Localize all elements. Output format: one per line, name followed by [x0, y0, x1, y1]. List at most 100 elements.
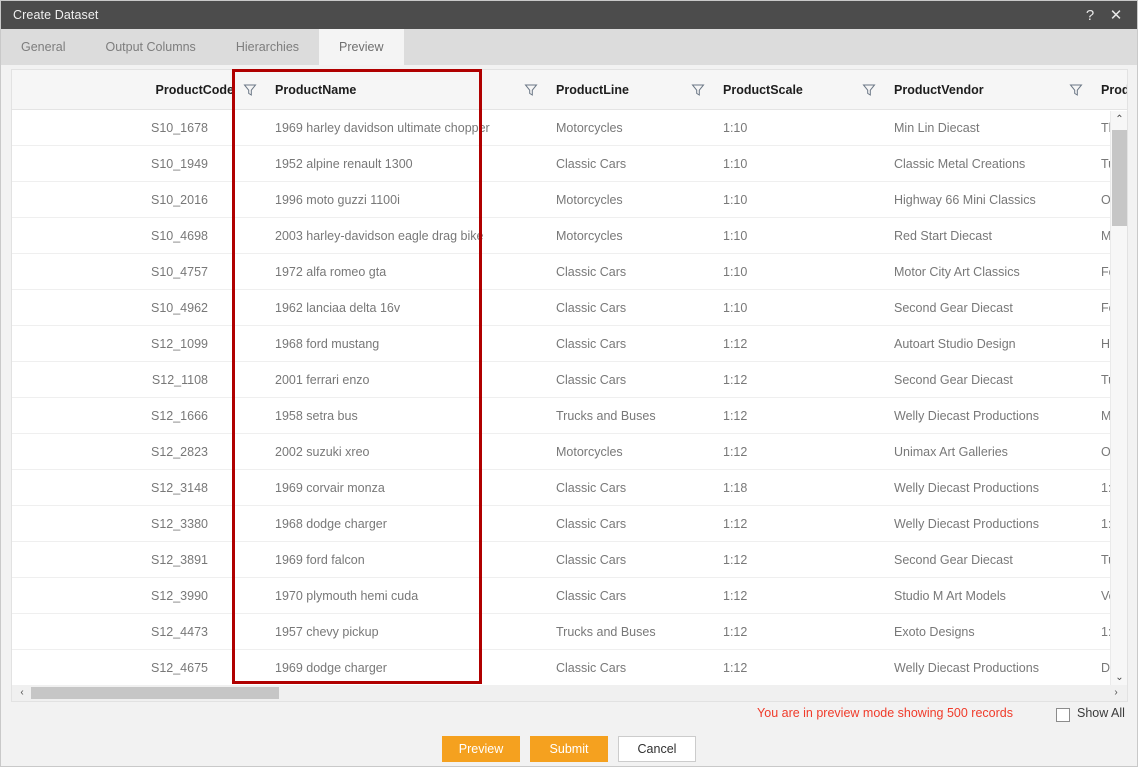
cell-spacer: [515, 434, 547, 470]
cell-productcode: S10_2016: [150, 192, 208, 207]
cell-spacer: [1060, 506, 1092, 542]
cell-productvendor: Welly Diecast Productions: [894, 516, 1039, 531]
show-all-checkbox[interactable]: [1056, 708, 1070, 722]
column-header-productname[interactable]: ProductName: [266, 70, 515, 110]
cell-productscale: 1:12: [723, 588, 748, 603]
cell-spacer: [682, 218, 714, 254]
cell-productscale: 1:12: [723, 516, 748, 531]
close-icon[interactable]: ✕: [1103, 1, 1129, 29]
cell-spacer: [682, 578, 714, 614]
cell-productname: 1969 harley davidson ultimate chopper: [275, 120, 490, 135]
table-row[interactable]: S12_3148 1969 corvair monza Classic Cars 1:…: [12, 470, 1127, 506]
cell-productvendor: Highway 66 Mini Classics: [894, 192, 1036, 207]
cell-productname: 1996 moto guzzi 1100i: [275, 192, 400, 207]
table-row[interactable]: S12_3990 1970 plymouth hemi cuda Classic C…: [12, 578, 1127, 614]
horizontal-scroll-thumb[interactable]: [31, 687, 279, 699]
cell-spacer: [682, 434, 714, 470]
cell-productname: 1972 alfa romeo gta: [275, 264, 387, 279]
table-row[interactable]: S12_1108 2001 ferrari enzo Classic Cars 1:1…: [12, 362, 1127, 398]
table-row[interactable]: S12_1099 1968 ford mustang Classic Cars 1:1…: [12, 326, 1127, 362]
cell-productscale: 1:10: [723, 120, 748, 135]
tab-preview[interactable]: Preview: [319, 29, 404, 65]
title-bar: Create Dataset ? ✕: [1, 1, 1137, 29]
vertical-scroll-thumb[interactable]: [1112, 130, 1127, 226]
scroll-left-icon[interactable]: ‹: [14, 685, 30, 700]
preview-grid: ProductCode ProductName ProductLine Prod…: [11, 69, 1128, 686]
vertical-scrollbar[interactable]: ⌃ ⌄: [1110, 111, 1127, 685]
cell-spacer: [515, 326, 547, 362]
cell-productvendor: Red Start Diecast: [894, 228, 992, 243]
column-header-label: ProductDescription: [1101, 82, 1128, 97]
cell-productscale: 1:12: [723, 444, 748, 459]
cell-productline: Motorcycles: [556, 120, 623, 135]
help-icon[interactable]: ?: [1077, 1, 1103, 29]
cell-spacer: [1060, 254, 1092, 290]
cell-productline: Classic Cars: [556, 336, 627, 351]
tab-general[interactable]: General: [1, 29, 86, 65]
filter-button-productline[interactable]: [682, 70, 714, 110]
cell-productscale: 1:12: [723, 336, 748, 351]
cell-productcode: S10_1678: [150, 120, 208, 135]
column-header-productcode[interactable]: ProductCode: [12, 70, 234, 110]
cell-spacer: [682, 650, 714, 686]
scroll-down-icon[interactable]: ⌄: [1111, 669, 1127, 685]
table-row[interactable]: S12_2823 2002 suzuki xreo Motorcycles 1:12 U…: [12, 434, 1127, 470]
table-row[interactable]: S12_3891 1969 ford falcon Classic Cars 1:12…: [12, 542, 1127, 578]
cell-spacer: [515, 578, 547, 614]
cell-spacer: [234, 290, 266, 326]
tab-hierarchies[interactable]: Hierarchies: [215, 29, 320, 65]
submit-button[interactable]: Submit: [530, 736, 608, 762]
cell-spacer: [234, 362, 266, 398]
show-all-label[interactable]: Show All: [1077, 706, 1125, 720]
table-row[interactable]: S12_3380 1968 dodge charger Classic Cars 1:…: [12, 506, 1127, 542]
cell-productcode: S12_1099: [150, 336, 208, 351]
cell-productline: Classic Cars: [556, 552, 627, 567]
filter-button-productname[interactable]: [515, 70, 547, 110]
table-row[interactable]: S10_4962 1962 lanciaa delta 16v Classic Ca…: [12, 290, 1127, 326]
cell-productcode: S12_2823: [150, 444, 208, 459]
table-row[interactable]: S10_4698 2003 harley-davidson eagle drag …: [12, 218, 1127, 254]
table-row[interactable]: S12_4473 1957 chevy pickup Trucks and Buse…: [12, 614, 1127, 650]
cell-spacer: [1060, 290, 1092, 326]
cell-productname: 1962 lanciaa delta 16v: [275, 300, 401, 315]
scroll-up-icon[interactable]: ⌃: [1111, 111, 1127, 128]
cell-productname: 1970 plymouth hemi cuda: [275, 588, 419, 603]
cell-productvendor: Unimax Art Galleries: [894, 444, 1008, 459]
cell-spacer: [853, 542, 885, 578]
preview-button[interactable]: Preview: [442, 736, 520, 762]
cell-spacer: [853, 110, 885, 146]
table-row[interactable]: S10_1949 1952 alpine renault 1300 Classic …: [12, 146, 1127, 182]
scroll-right-icon[interactable]: ›: [1108, 685, 1124, 700]
filter-button-productscale[interactable]: [853, 70, 885, 110]
column-header-productscale[interactable]: ProductScale: [714, 70, 853, 110]
cell-productname: 1958 setra bus: [275, 408, 358, 423]
cell-productscale: 1:10: [723, 300, 748, 315]
cell-spacer: [682, 362, 714, 398]
table-row[interactable]: S10_2016 1996 moto guzzi 1100i Motorcycles…: [12, 182, 1127, 218]
table-row[interactable]: S12_1666 1958 setra bus Trucks and Buses 1:…: [12, 398, 1127, 434]
cancel-button[interactable]: Cancel: [618, 736, 696, 762]
table-row[interactable]: S12_4675 1969 dodge charger Classic Cars 1:…: [12, 650, 1127, 686]
cell-productscale: 1:18: [723, 480, 748, 495]
cell-productname: 2002 suzuki xreo: [275, 444, 370, 459]
cell-productname: 1969 corvair monza: [275, 480, 385, 495]
cell-productcode: S12_1108: [151, 372, 208, 387]
column-header-productdescription[interactable]: ProductDescription: [1092, 70, 1128, 110]
cell-spacer: [682, 470, 714, 506]
column-header-productvendor[interactable]: ProductVendor: [885, 70, 1060, 110]
table-row[interactable]: S10_1678 1969 harley davidson ultimate ch…: [12, 110, 1127, 146]
filter-button-productvendor[interactable]: [1060, 70, 1092, 110]
horizontal-scrollbar[interactable]: ‹ ›: [11, 685, 1128, 702]
tab-strip-filler: [403, 29, 1137, 65]
cell-spacer: [1060, 542, 1092, 578]
tab-output-columns[interactable]: Output Columns: [85, 29, 216, 65]
cell-productvendor: Motor City Art Classics: [894, 264, 1020, 279]
cell-productline: Trucks and Buses: [556, 408, 656, 423]
cell-spacer: [853, 326, 885, 362]
cell-spacer: [1060, 578, 1092, 614]
filter-button-productcode[interactable]: [234, 70, 266, 110]
cell-spacer: [1060, 434, 1092, 470]
column-header-productline[interactable]: ProductLine: [547, 70, 682, 110]
cell-productline: Classic Cars: [556, 300, 627, 315]
table-row[interactable]: S10_4757 1972 alfa romeo gta Classic Cars 1…: [12, 254, 1127, 290]
